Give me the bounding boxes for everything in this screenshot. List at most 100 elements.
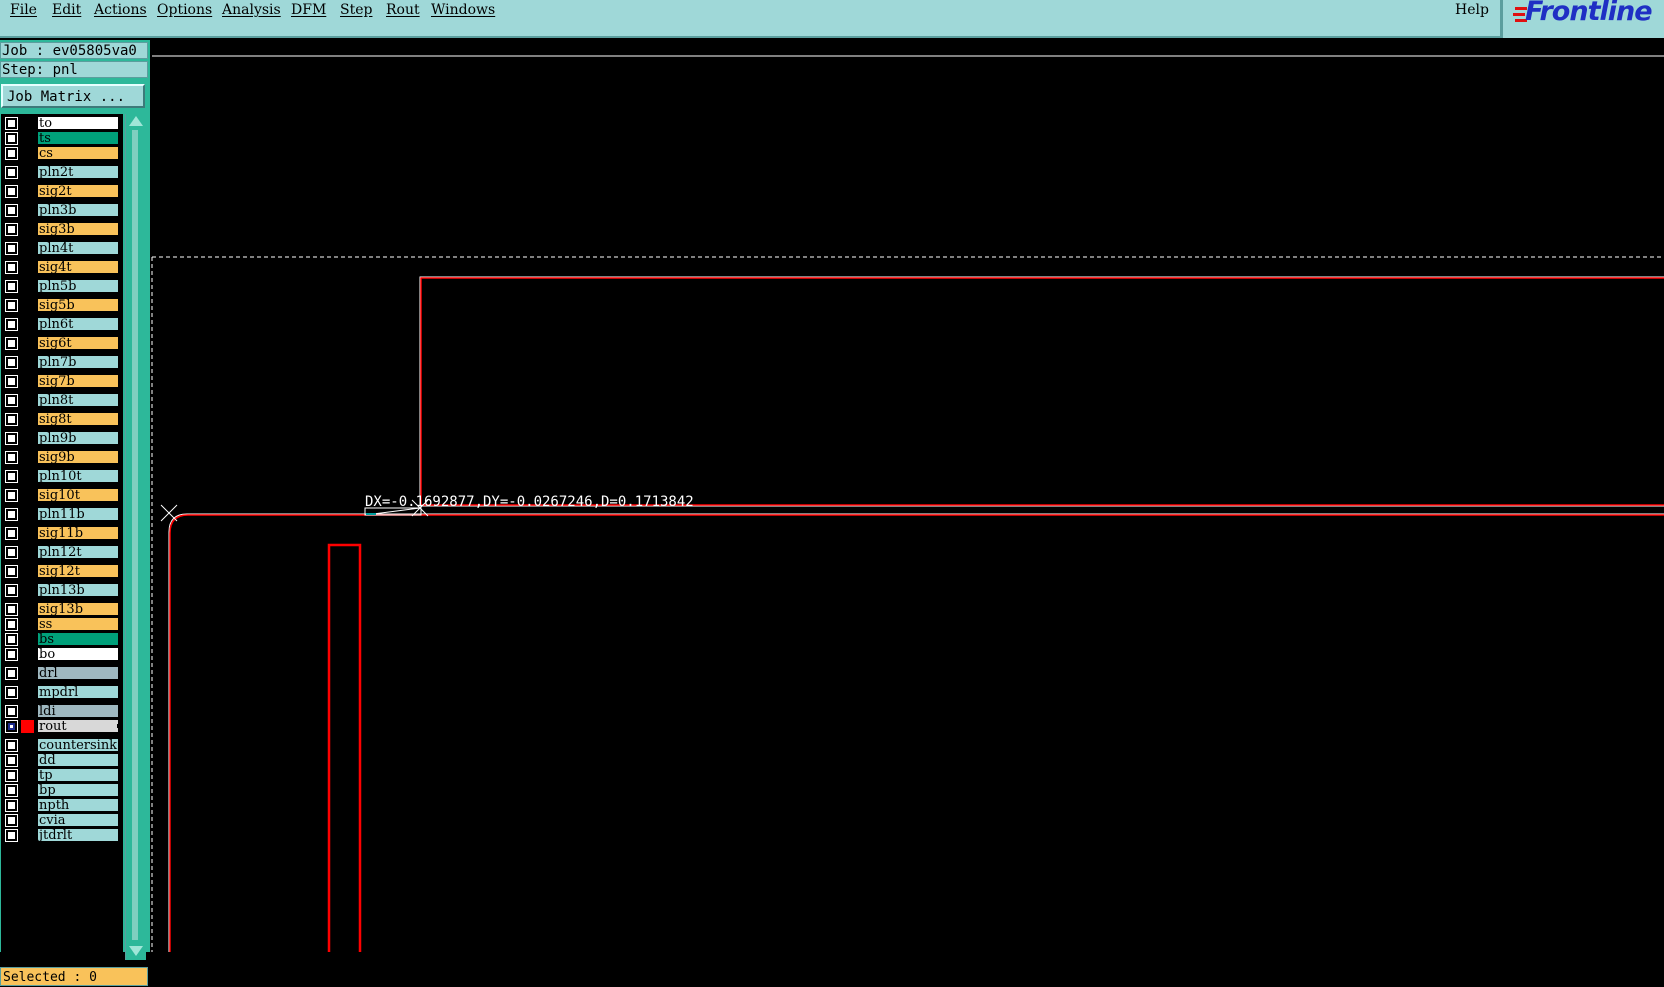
layer-name[interactable]: pln10t bbox=[37, 469, 119, 483]
layer-checkbox[interactable] bbox=[5, 565, 18, 578]
layer-name[interactable]: ts bbox=[37, 131, 119, 145]
layer-name[interactable]: ss bbox=[37, 617, 119, 631]
layer-name[interactable]: pln6t bbox=[37, 317, 119, 331]
layer-name[interactable]: pln7b bbox=[37, 355, 119, 369]
layer-color-swatch[interactable] bbox=[21, 299, 34, 312]
layer-checkbox[interactable] bbox=[5, 356, 18, 369]
layer-row-cvia[interactable]: cvia bbox=[1, 813, 123, 828]
layer-checkbox[interactable] bbox=[5, 686, 18, 699]
layer-color-swatch[interactable] bbox=[21, 356, 34, 369]
layer-name[interactable]: cs bbox=[37, 146, 119, 160]
layer-checkbox[interactable] bbox=[5, 413, 18, 426]
layer-name[interactable]: bo bbox=[37, 647, 119, 661]
layer-name[interactable]: pln3b bbox=[37, 203, 119, 217]
layer-color-swatch[interactable] bbox=[21, 720, 34, 733]
layer-row-pln10t[interactable]: pln10t bbox=[1, 469, 123, 484]
layer-row-pln9b[interactable]: pln9b bbox=[1, 431, 123, 446]
layer-row-dd[interactable]: dd bbox=[1, 753, 123, 768]
layer-row-sig12t[interactable]: sig12t bbox=[1, 564, 123, 579]
layer-row-cs[interactable]: cs bbox=[1, 146, 123, 161]
layer-color-swatch[interactable] bbox=[21, 242, 34, 255]
menu-windows[interactable]: Windows bbox=[431, 2, 495, 18]
layer-row-sig3b[interactable]: sig3b bbox=[1, 222, 123, 237]
layer-row-sig11b[interactable]: sig11b bbox=[1, 526, 123, 541]
layer-row-pln3b[interactable]: pln3b bbox=[1, 203, 123, 218]
menu-analysis[interactable]: Analysis bbox=[222, 2, 281, 18]
layer-row-pln8t[interactable]: pln8t bbox=[1, 393, 123, 408]
layer-name[interactable]: pln13b bbox=[37, 583, 119, 597]
layer-row-sig5b[interactable]: sig5b bbox=[1, 298, 123, 313]
layer-checkbox[interactable] bbox=[5, 633, 18, 646]
layer-color-swatch[interactable] bbox=[21, 394, 34, 407]
layer-name[interactable]: pln12t bbox=[37, 545, 119, 559]
layer-color-swatch[interactable] bbox=[21, 814, 34, 827]
layer-name[interactable]: bs bbox=[37, 632, 119, 646]
scroll-down-arrow-icon[interactable] bbox=[129, 946, 143, 956]
layer-name[interactable]: pln4t bbox=[37, 241, 119, 255]
layer-color-swatch[interactable] bbox=[21, 546, 34, 559]
layer-checkbox[interactable] bbox=[5, 814, 18, 827]
layer-name[interactable]: sig2t bbox=[37, 184, 119, 198]
layer-checkbox[interactable] bbox=[5, 147, 18, 160]
layer-color-swatch[interactable] bbox=[21, 261, 34, 274]
layer-color-swatch[interactable] bbox=[21, 508, 34, 521]
layer-color-swatch[interactable] bbox=[21, 117, 34, 130]
layer-row-sig8t[interactable]: sig8t bbox=[1, 412, 123, 427]
layer-row-sig10t[interactable]: sig10t bbox=[1, 488, 123, 503]
layer-checkbox[interactable] bbox=[5, 527, 18, 540]
layer-checkbox[interactable] bbox=[5, 784, 18, 797]
layer-row-mpdrl[interactable]: mpdrl bbox=[1, 685, 123, 700]
layer-row-pln4t[interactable]: pln4t bbox=[1, 241, 123, 256]
layer-checkbox[interactable] bbox=[5, 204, 18, 217]
menu-help[interactable]: Help bbox=[1455, 2, 1489, 18]
layer-checkbox[interactable] bbox=[5, 280, 18, 293]
layer-color-swatch[interactable] bbox=[21, 147, 34, 160]
layer-name[interactable]: sig13b bbox=[37, 602, 119, 616]
layer-list-scrollbar[interactable] bbox=[125, 114, 146, 960]
layer-checkbox[interactable] bbox=[5, 132, 18, 145]
menu-options[interactable]: Options bbox=[157, 2, 212, 18]
layer-checkbox[interactable] bbox=[5, 829, 18, 842]
layer-color-swatch[interactable] bbox=[21, 318, 34, 331]
layer-checkbox[interactable] bbox=[5, 375, 18, 388]
layer-row-ldi[interactable]: ldi bbox=[1, 704, 123, 719]
layer-name[interactable]: sig11b bbox=[37, 526, 119, 540]
layer-checkbox[interactable] bbox=[5, 299, 18, 312]
layer-checkbox[interactable] bbox=[5, 261, 18, 274]
layer-row-pln6t[interactable]: pln6t bbox=[1, 317, 123, 332]
layer-checkbox[interactable] bbox=[5, 318, 18, 331]
layer-checkbox[interactable] bbox=[5, 394, 18, 407]
menu-file[interactable]: File bbox=[10, 2, 37, 18]
layer-name[interactable]: to bbox=[37, 116, 119, 130]
layer-row-bs[interactable]: bs bbox=[1, 632, 123, 647]
layer-name[interactable]: sig6t bbox=[37, 336, 119, 350]
layer-checkbox[interactable] bbox=[5, 489, 18, 502]
layer-row-sig4t[interactable]: sig4t bbox=[1, 260, 123, 275]
layer-row-rout[interactable]: rout bbox=[1, 719, 123, 734]
layer-name[interactable]: dd bbox=[37, 753, 119, 767]
layer-color-swatch[interactable] bbox=[21, 829, 34, 842]
layer-color-swatch[interactable] bbox=[21, 166, 34, 179]
layer-row-ss[interactable]: ss bbox=[1, 617, 123, 632]
layer-color-swatch[interactable] bbox=[21, 432, 34, 445]
layer-checkbox[interactable] bbox=[5, 185, 18, 198]
layer-row-sig2t[interactable]: sig2t bbox=[1, 184, 123, 199]
layer-row-pln2t[interactable]: pln2t bbox=[1, 165, 123, 180]
menu-step[interactable]: Step bbox=[340, 2, 372, 18]
layer-color-swatch[interactable] bbox=[21, 565, 34, 578]
layer-checkbox[interactable] bbox=[5, 166, 18, 179]
layer-row-ts[interactable]: ts bbox=[1, 131, 123, 146]
layer-name[interactable]: pln8t bbox=[37, 393, 119, 407]
layer-row-countersink[interactable]: countersink bbox=[1, 738, 123, 753]
layer-color-swatch[interactable] bbox=[21, 413, 34, 426]
layer-name[interactable]: sig3b bbox=[37, 222, 119, 236]
layer-row-pln12t[interactable]: pln12t bbox=[1, 545, 123, 560]
layer-name[interactable]: sig8t bbox=[37, 412, 119, 426]
layer-row-sig7b[interactable]: sig7b bbox=[1, 374, 123, 389]
layer-name[interactable]: ldi bbox=[37, 704, 119, 718]
scrollbar-thumb[interactable] bbox=[132, 130, 138, 940]
job-matrix-button[interactable]: Job Matrix ... bbox=[1, 84, 145, 108]
layer-checkbox[interactable] bbox=[5, 603, 18, 616]
layer-checkbox[interactable] bbox=[5, 546, 18, 559]
layer-checkbox[interactable] bbox=[5, 508, 18, 521]
